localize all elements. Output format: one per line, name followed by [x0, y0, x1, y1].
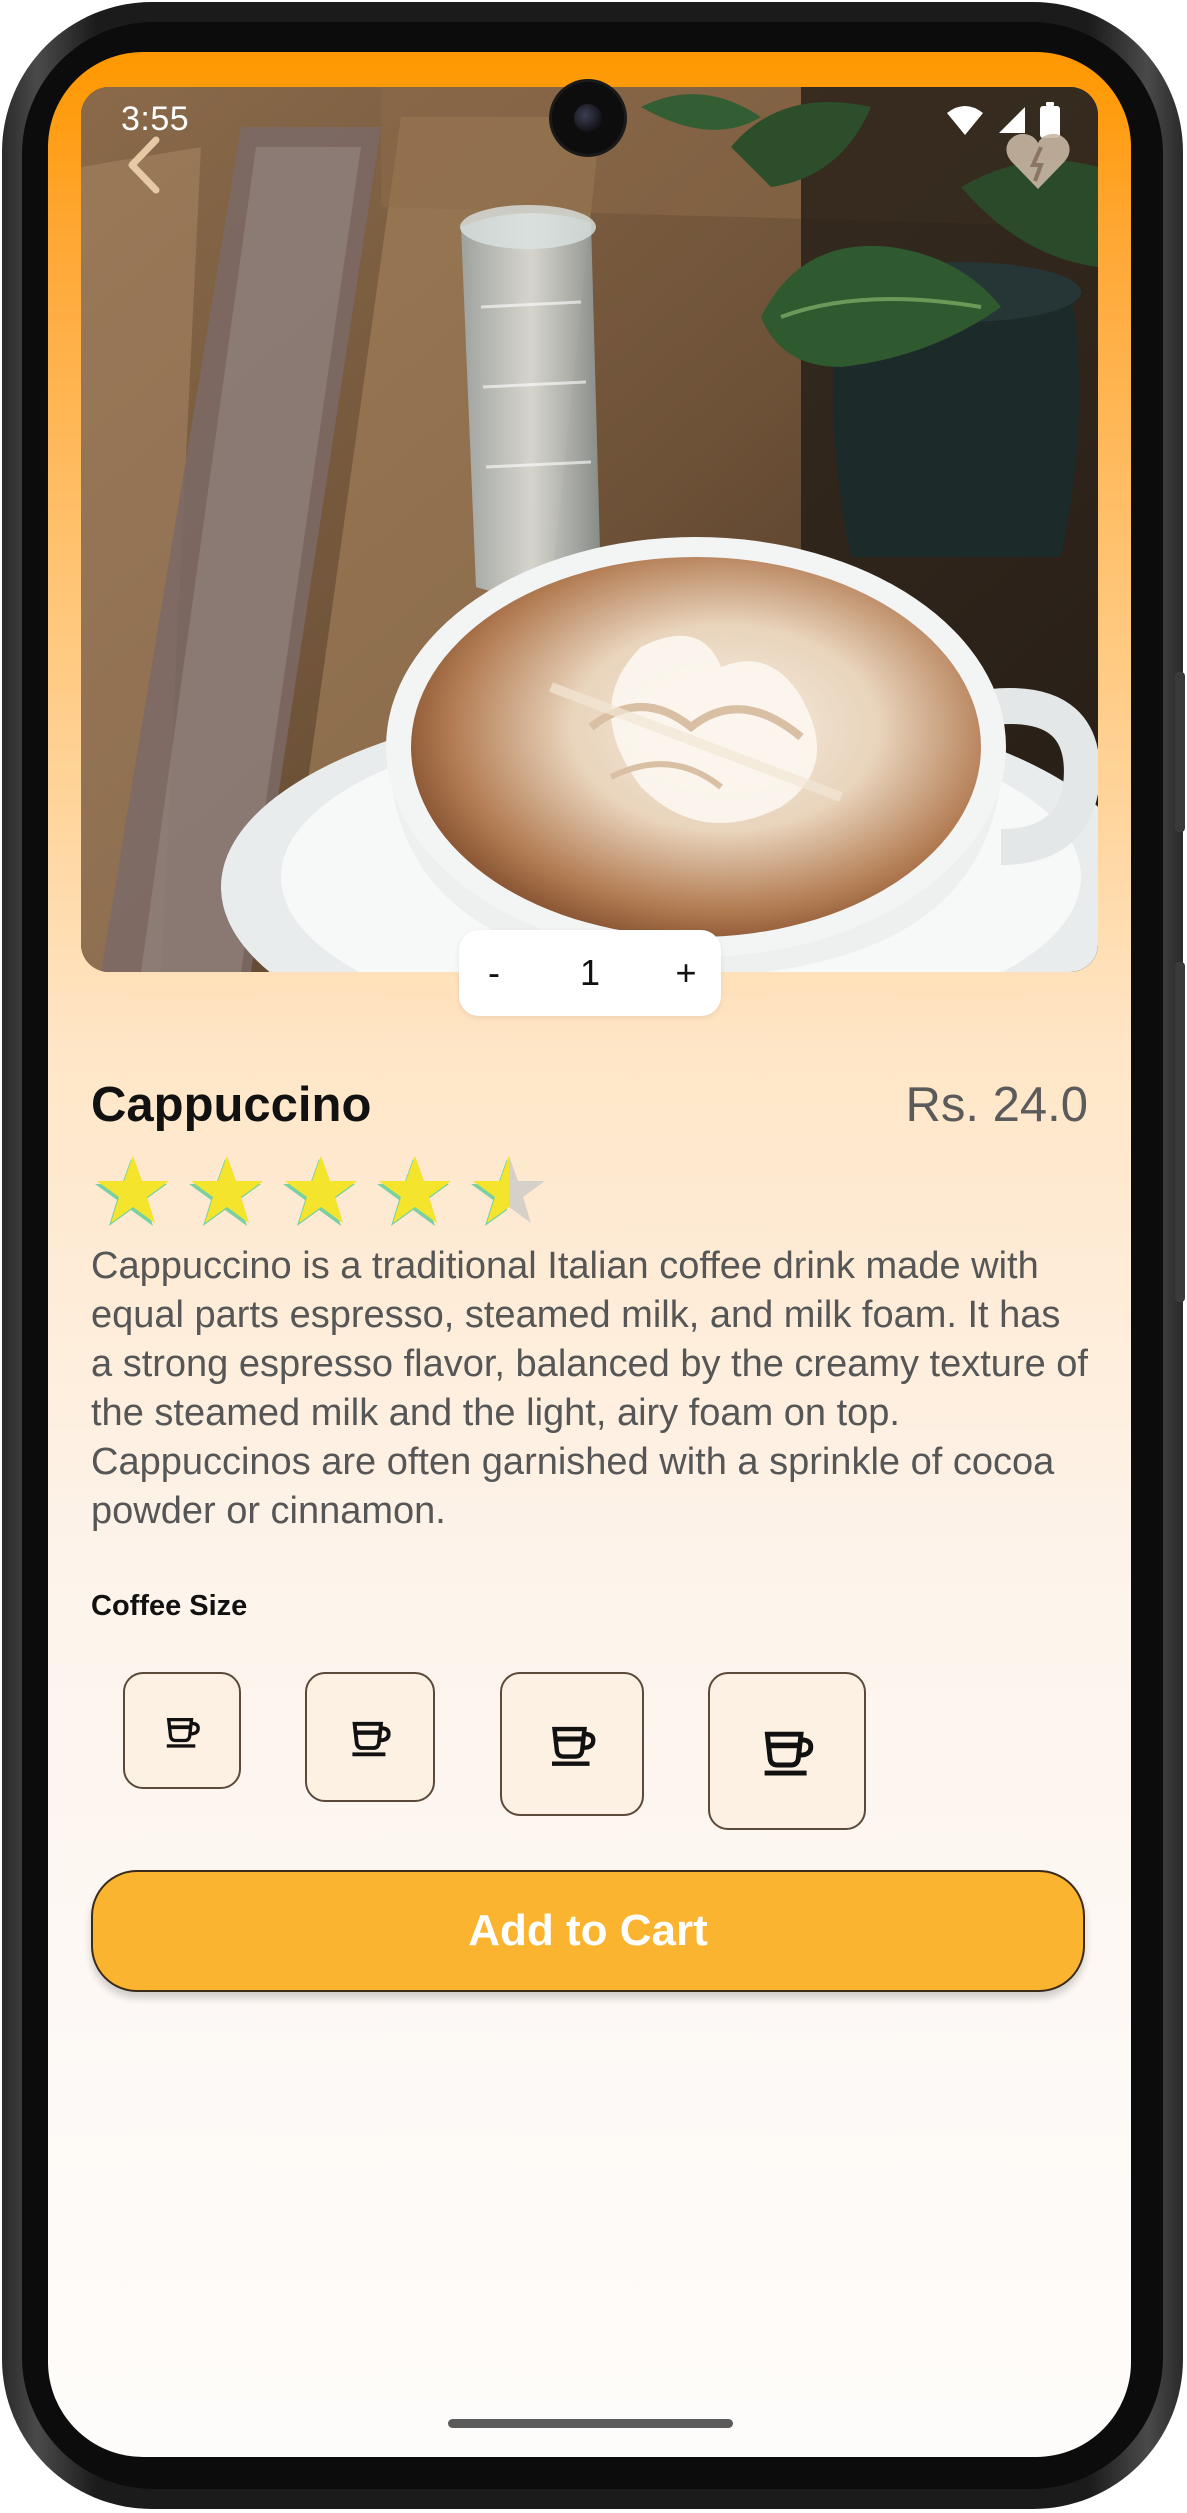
size-option-extra-large[interactable] — [708, 1672, 866, 1830]
star-icon — [471, 1156, 545, 1226]
cappuccino-photo — [81, 87, 1098, 972]
size-option-large[interactable] — [500, 1672, 644, 1816]
back-button[interactable] — [118, 130, 168, 200]
size-option-small[interactable] — [123, 1672, 241, 1789]
volume-button — [1175, 962, 1185, 1302]
quantity-stepper: - 1 + — [459, 930, 721, 1016]
coffee-cup-icon — [552, 1726, 596, 1766]
star-icon — [189, 1156, 263, 1226]
power-button — [1175, 672, 1185, 832]
quantity-value: 1 — [579, 952, 601, 993]
favorite-button[interactable] — [1003, 127, 1073, 197]
chevron-left-icon — [128, 136, 160, 194]
size-option-medium[interactable] — [305, 1672, 435, 1802]
add-to-cart-button[interactable]: Add to Cart — [91, 1870, 1085, 1992]
product-image — [81, 87, 1098, 972]
front-camera — [552, 82, 624, 154]
coffee-cup-icon — [166, 1717, 200, 1748]
product-price: Rs. 24.0 — [905, 1078, 1088, 1132]
star-icon — [377, 1156, 451, 1226]
product-title: Cappuccino — [91, 1078, 372, 1132]
star-icon — [283, 1156, 357, 1226]
decrement-button[interactable]: - — [459, 952, 529, 994]
increment-button[interactable]: + — [651, 952, 721, 994]
coffee-cup-icon — [764, 1731, 814, 1776]
wifi-icon — [947, 106, 983, 135]
rating-stars — [93, 1152, 549, 1230]
heart-icon — [1006, 133, 1070, 189]
coffee-cup-icon — [352, 1721, 391, 1757]
coffee-size-label: Coffee Size — [91, 1590, 248, 1622]
star-icon — [95, 1156, 169, 1226]
product-description: Cappuccino is a traditional Italian coff… — [91, 1245, 1088, 1532]
app-screen: 3:55 - 1 + Cappuccino Rs. 24.0 Cappuccin… — [48, 52, 1131, 2457]
home-indicator[interactable] — [448, 2419, 733, 2428]
